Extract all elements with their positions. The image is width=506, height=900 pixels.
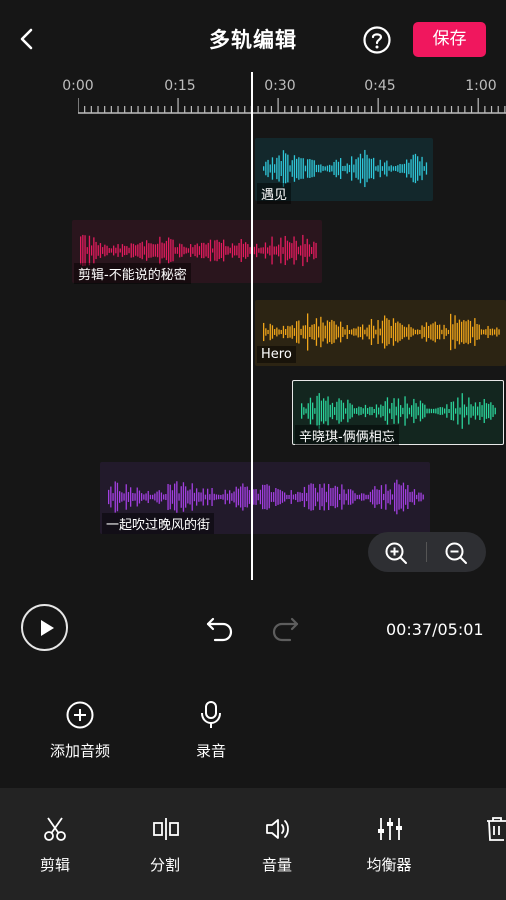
tool-split[interactable]: 分割 (120, 788, 210, 900)
zoom-control (368, 532, 486, 572)
add-icon (66, 701, 94, 729)
tool-label: 分割 (149, 856, 180, 874)
play-icon (41, 620, 54, 636)
mic-icon (201, 701, 221, 728)
audio-clip[interactable]: 剪辑-不能说的秘密 (72, 220, 322, 284)
playhead[interactable] (251, 72, 253, 580)
scissors-icon (44, 817, 66, 841)
zoom-out-icon[interactable] (444, 541, 468, 565)
undo-icon[interactable] (205, 615, 235, 643)
ruler-tick-label: 1:00 (465, 78, 497, 94)
tool-label: 剪辑 (39, 856, 70, 874)
bottom-toolbar: 剪辑 分割 音量 均衡器 (0, 788, 506, 900)
clip-label: 遇见 (257, 183, 292, 204)
ruler-tick-label: 0:45 (364, 78, 396, 94)
tool-label: 音量 (261, 856, 292, 874)
redo-icon[interactable] (270, 615, 300, 643)
tool-label: 均衡器 (366, 856, 412, 874)
add-audio-button[interactable]: 添加音频 (35, 700, 125, 764)
tool-trim[interactable]: 剪辑 (10, 788, 100, 900)
ruler-tick-label: 0:30 (264, 78, 296, 94)
tool-equalizer[interactable]: 均衡器 (344, 788, 434, 900)
timeline-ruler[interactable] (78, 96, 506, 114)
trash-icon[interactable] (486, 816, 506, 842)
audio-clip[interactable]: Hero (255, 300, 506, 366)
ruler-tick-label: 0:00 (62, 78, 94, 94)
ruler-tick-label: 0:15 (164, 78, 196, 94)
audio-clip[interactable]: 一起吹过晚风的街 (100, 462, 430, 534)
record-button[interactable]: 录音 (166, 700, 256, 764)
add-audio-label: 添加音频 (49, 742, 110, 760)
help-icon[interactable] (362, 25, 392, 55)
play-button[interactable] (21, 604, 68, 651)
clip-label: Hero (257, 346, 296, 363)
record-label: 录音 (195, 742, 226, 760)
clip-label: 辛晓琪-俩俩相忘 (295, 425, 399, 446)
playback-time: 00:37/05:01 (386, 620, 484, 639)
volume-icon (266, 819, 289, 839)
divider (426, 542, 427, 562)
tool-volume[interactable]: 音量 (232, 788, 322, 900)
audio-clip[interactable]: 辛晓琪-俩俩相忘 (292, 380, 504, 446)
zoom-in-icon[interactable] (384, 541, 408, 565)
clip-label: 剪辑-不能说的秘密 (74, 263, 191, 284)
save-button[interactable]: 保存 (413, 22, 486, 57)
split-icon (153, 818, 179, 840)
equalizer-icon (378, 818, 402, 840)
audio-clip[interactable]: 遇见 (255, 138, 433, 204)
clip-label: 一起吹过晚风的街 (102, 513, 215, 534)
